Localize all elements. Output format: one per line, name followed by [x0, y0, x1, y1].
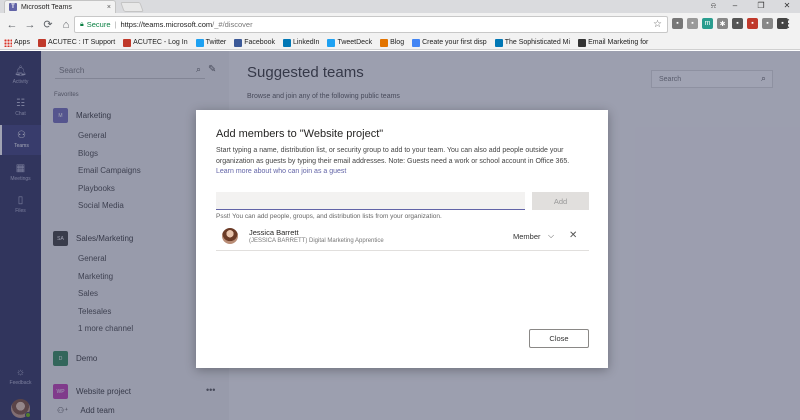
close-button[interactable]: Close — [529, 329, 589, 348]
lock-icon: 🔒︎ — [80, 20, 84, 28]
bookmark-item[interactable]: LinkedIn — [282, 38, 320, 47]
facebook-icon — [234, 38, 243, 47]
profile-icon[interactable]: ⍾ — [711, 1, 716, 11]
tab-title: Microsoft Teams — [21, 3, 72, 11]
twitter-icon — [195, 38, 204, 47]
extension-icon[interactable]: ▪ — [747, 18, 758, 29]
bookmark-label: Apps — [14, 39, 30, 46]
chevron-down-icon[interactable]: ⌵ — [548, 231, 554, 241]
back-icon[interactable]: ← — [4, 17, 20, 33]
extension-icon[interactable]: ▪ — [687, 18, 698, 29]
dialog-description: Start typing a name, distribution list, … — [216, 146, 588, 178]
teams-favicon-icon: T — [9, 3, 17, 11]
new-tab-button[interactable] — [120, 2, 144, 12]
browser-tab[interactable]: T Microsoft Teams × — [4, 0, 116, 13]
bookmark-label: Twitter — [205, 39, 227, 46]
maximize-button[interactable]: ❐ — [748, 0, 774, 13]
url-host: https://teams.microsoft.com — [120, 20, 213, 29]
secure-label: Secure — [86, 20, 111, 29]
bookmark-item[interactable]: Twitter — [195, 38, 227, 47]
bookmark-item[interactable]: Email Marketing for — [578, 38, 649, 47]
dialog-hint: Psst! You can add people, groups, and di… — [216, 213, 442, 220]
tweetdeck-icon — [327, 38, 336, 47]
close-window-button[interactable]: ✕ — [774, 0, 800, 13]
extension-icons: ▪ ▪ m ✱ ▪ ▪ ▪ ▪ — [672, 18, 788, 29]
bookmark-item[interactable]: Create your first disp — [412, 38, 487, 47]
reload-icon[interactable]: ⟳ — [40, 17, 56, 33]
email-marketing-icon — [578, 38, 587, 47]
bookmark-label: Create your first disp — [422, 39, 487, 46]
extension-icon[interactable]: m — [702, 18, 713, 29]
url-separator: | — [114, 20, 117, 29]
add-button[interactable]: Add — [532, 192, 589, 210]
bookmark-label: Blog — [390, 39, 405, 46]
browser-tabstrip: T Microsoft Teams × ⍾ – ❐ ✕ — [0, 0, 800, 13]
browser-toolbar: ← → ⟳ ⌂ 🔒︎ Secure | https://teams.micros… — [0, 13, 800, 36]
acutec-icon — [37, 38, 46, 47]
minimize-button[interactable]: – — [722, 0, 748, 13]
browser-menu-icon[interactable]: ⋮ — [783, 17, 794, 30]
member-title: (JESSICA BARRETT) Digital Marketing Appr… — [249, 238, 384, 244]
learn-more-link[interactable]: Learn more about who can join as a guest — [216, 168, 346, 175]
bookmark-item[interactable]: ACUTEC - Log In — [123, 38, 188, 47]
bookmark-item[interactable]: The Sophisticated Mi — [494, 38, 571, 47]
bookmark-item[interactable]: Apps — [4, 38, 30, 47]
bookmarks-bar: Apps ACUTEC : IT Support ACUTEC - Log In Tw… — [0, 36, 800, 50]
extension-icon[interactable]: ✱ — [717, 18, 728, 29]
apps-grid-icon — [4, 38, 12, 47]
bookmark-label: TweetDeck — [337, 39, 373, 46]
bookmark-item[interactable]: Facebook — [234, 38, 275, 47]
linkedin-icon — [282, 38, 291, 47]
member-name: Jessica Barrett — [249, 228, 299, 237]
bookmark-item[interactable]: TweetDeck — [327, 38, 373, 47]
member-avatar — [222, 228, 238, 244]
extension-icon[interactable]: ▪ — [672, 18, 683, 29]
forward-icon[interactable]: → — [22, 17, 38, 33]
add-members-dialog: Add members to "Website project" Start t… — [196, 110, 608, 368]
bookmark-label: Email Marketing for — [588, 39, 649, 46]
bookmark-item[interactable]: ACUTEC : IT Support — [37, 38, 116, 47]
member-search-input[interactable] — [216, 192, 525, 210]
tab-close-icon[interactable]: × — [107, 4, 115, 11]
bookmark-label: ACUTEC : IT Support — [47, 39, 116, 46]
linkedin-icon — [494, 38, 503, 47]
bookmark-label: The Sophisticated Mi — [504, 39, 571, 46]
google-icon — [412, 38, 421, 47]
member-role-dropdown[interactable]: Member — [513, 232, 541, 241]
bookmark-label: Facebook — [244, 39, 275, 46]
blog-icon — [380, 38, 389, 47]
bookmark-label: ACUTEC - Log In — [133, 39, 188, 46]
extension-icon[interactable]: ▪ — [732, 18, 743, 29]
remove-member-icon[interactable]: ✕ — [569, 230, 577, 241]
window-controls: – ❐ ✕ — [722, 0, 800, 13]
address-bar[interactable]: 🔒︎ Secure | https://teams.microsoft.com … — [74, 16, 668, 33]
bookmark-star-icon[interactable]: ☆ — [653, 19, 662, 30]
dialog-description-text: Start typing a name, distribution list, … — [216, 147, 570, 165]
extension-icon[interactable]: ▪ — [762, 18, 773, 29]
url-path: /_#/discover — [212, 20, 253, 29]
bookmark-item[interactable]: Blog — [380, 38, 405, 47]
acutec-icon — [123, 38, 132, 47]
bookmark-label: LinkedIn — [292, 39, 320, 46]
member-row: Jessica Barrett (JESSICA BARRETT) Digita… — [216, 225, 589, 251]
dialog-title: Add members to "Website project" — [216, 128, 384, 140]
home-icon[interactable]: ⌂ — [58, 17, 74, 33]
